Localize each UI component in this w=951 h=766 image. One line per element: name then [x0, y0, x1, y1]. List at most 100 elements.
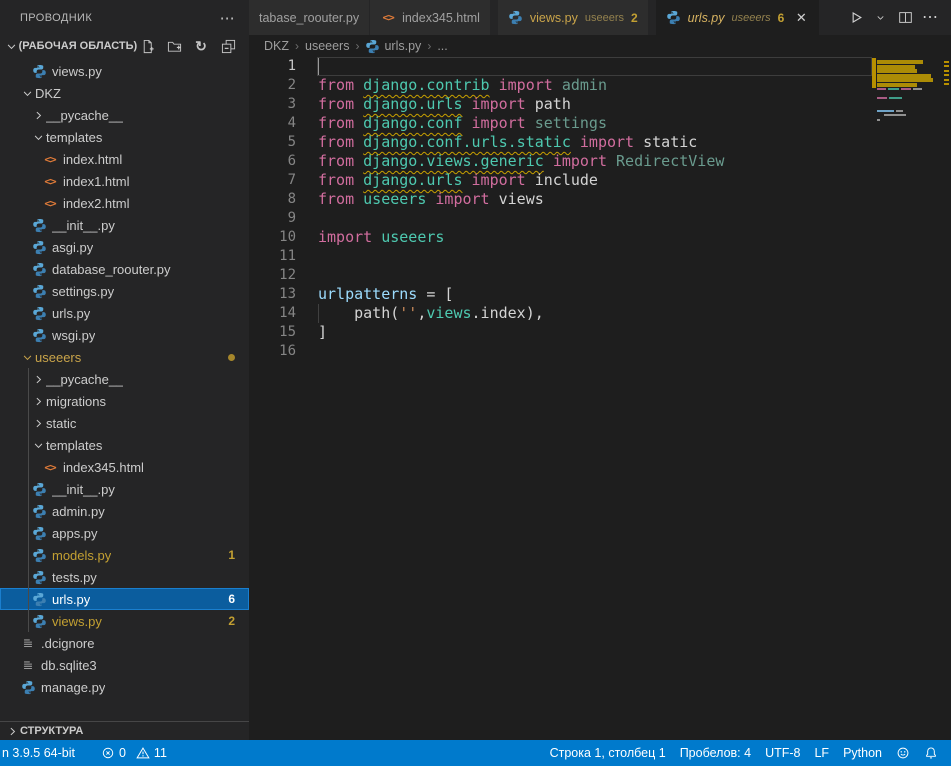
- language-mode-status[interactable]: Python: [836, 740, 889, 766]
- breadcrumb-label: ...: [437, 39, 447, 53]
- tree-file-models.py[interactable]: models.py1: [0, 544, 249, 566]
- breadcrumb-separator: ›: [427, 39, 431, 53]
- tab-folder-descriptor: useeers: [732, 12, 771, 24]
- outline-section-header[interactable]: СТРУКТУРА: [0, 721, 249, 740]
- new-file-icon: [140, 39, 155, 54]
- tab-views.py[interactable]: views.pyuseeers2: [498, 0, 649, 35]
- tree-file-tests.py[interactable]: tests.py: [0, 566, 249, 588]
- more-actions-button[interactable]: ⋯: [921, 9, 939, 27]
- tree-folder-migrations[interactable]: migrations: [0, 390, 249, 412]
- tree-item-label: db.sqlite3: [41, 658, 97, 673]
- python-interpreter-status[interactable]: n 3.9.5 64-bit: [0, 740, 82, 766]
- tree-file-views.py[interactable]: views.py2: [0, 610, 249, 632]
- tree-item-label: index1.html: [63, 174, 129, 189]
- warnings-count: 11: [154, 746, 167, 760]
- tree-file-index1.html[interactable]: <>index1.html: [0, 170, 249, 192]
- tree-item-label: tests.py: [52, 570, 97, 585]
- minimap[interactable]: [872, 57, 951, 740]
- tree-file-wsgi.py[interactable]: wsgi.py: [0, 324, 249, 346]
- tab-label: urls.py: [688, 11, 725, 25]
- html-icon: <>: [42, 459, 58, 475]
- tree-file-apps.py[interactable]: apps.py: [0, 522, 249, 544]
- collapse-all-button[interactable]: [219, 37, 237, 55]
- tree-file-index.html[interactable]: <>index.html: [0, 148, 249, 170]
- minimap-mark: [884, 114, 906, 116]
- python-icon: [31, 305, 47, 321]
- problems-status[interactable]: 011: [94, 740, 174, 766]
- minimap-mark: [888, 88, 899, 90]
- tree-folder-__pycache__[interactable]: __pycache__: [0, 368, 249, 390]
- tree-item-label: admin.py: [52, 504, 105, 519]
- tab-index345.html[interactable]: <>index345.html: [370, 0, 491, 35]
- tab-label: index345.html: [402, 11, 480, 25]
- encoding-status[interactable]: UTF-8: [758, 740, 807, 766]
- workspace-section-header[interactable]: (РАБОЧАЯ ОБЛАСТЬ) ... ↻: [0, 35, 249, 57]
- new-folder-button[interactable]: [165, 37, 183, 55]
- breadcrumb-segment[interactable]: useeers: [305, 39, 349, 53]
- tab-label: views.py: [530, 11, 578, 25]
- run-button[interactable]: [846, 9, 864, 27]
- tree-file-urls.py[interactable]: urls.py6: [0, 588, 249, 610]
- refresh-button[interactable]: ↻: [192, 37, 210, 55]
- status-bar: n 3.9.5 64-bit 011 Строка 1, столбец 1 Пр…: [0, 740, 951, 766]
- tree-item-label: __init__.py: [52, 218, 115, 233]
- tab-urls.py[interactable]: urls.pyuseeers6✕: [656, 0, 821, 35]
- tree-indent-guide: [28, 368, 29, 632]
- tree-file-index345.html[interactable]: <>index345.html: [0, 456, 249, 478]
- code-editor[interactable]: 12from django.contrib import admin3from …: [249, 57, 951, 740]
- python-icon: [31, 239, 47, 255]
- new-file-button[interactable]: [138, 37, 156, 55]
- tree-item-label: urls.py: [52, 592, 90, 607]
- breadcrumb-segment[interactable]: urls.py: [365, 39, 421, 54]
- eol-status[interactable]: LF: [807, 740, 836, 766]
- close-tab-icon[interactable]: ✕: [793, 10, 809, 26]
- cursor-position-status[interactable]: Строка 1, столбец 1: [543, 740, 673, 766]
- tree-item-label: index2.html: [63, 196, 129, 211]
- tree-file-.dcignore[interactable]: .dcignore: [0, 632, 249, 654]
- explorer-title-label: ПРОВОДНИК: [20, 12, 92, 24]
- tree-folder-dkz[interactable]: DKZ: [0, 82, 249, 104]
- html-icon: <>: [42, 151, 58, 167]
- tree-folder-static[interactable]: static: [0, 412, 249, 434]
- tree-file-urls.py[interactable]: urls.py: [0, 302, 249, 324]
- tree-folder-useeers[interactable]: useeers: [0, 346, 249, 368]
- feedback-button[interactable]: [889, 740, 917, 766]
- indentation-label: Пробелов: 4: [680, 746, 751, 760]
- tree-file-index2.html[interactable]: <>index2.html: [0, 192, 249, 214]
- minimap-mark: [877, 78, 933, 82]
- tree-folder-templates[interactable]: templates: [0, 126, 249, 148]
- tree-item-label: asgi.py: [52, 240, 93, 255]
- tree-file-manage.py[interactable]: manage.py: [0, 676, 249, 698]
- minimap-mark: [944, 79, 949, 81]
- tree-folder-__pycache__[interactable]: __pycache__: [0, 104, 249, 126]
- tree-item-label: views.py: [52, 64, 102, 79]
- doc-icon: [20, 635, 36, 651]
- explorer-more-actions-icon[interactable]: ⋯: [220, 9, 235, 27]
- tree-file-__init__.py[interactable]: __init__.py: [0, 478, 249, 500]
- line-number: 10: [249, 228, 296, 247]
- run-dropdown[interactable]: [871, 9, 889, 27]
- tree-file-database_roouter.py[interactable]: database_roouter.py: [0, 258, 249, 280]
- tree-folder-templates[interactable]: templates: [0, 434, 249, 456]
- tree-file-asgi.py[interactable]: asgi.py: [0, 236, 249, 258]
- python-icon: [31, 525, 47, 541]
- tree-file-admin.py[interactable]: admin.py: [0, 500, 249, 522]
- python-icon: [31, 327, 47, 343]
- tree-file-views.py[interactable]: views.py: [0, 60, 249, 82]
- tree-file-settings.py[interactable]: settings.py: [0, 280, 249, 302]
- tab-tabase_roouter.py[interactable]: tabase_roouter.py: [249, 0, 370, 35]
- breadcrumb-segment[interactable]: ...: [437, 39, 447, 53]
- language-mode-label: Python: [843, 746, 882, 760]
- breadcrumb-segment[interactable]: DKZ: [264, 39, 289, 53]
- bell-button[interactable]: [917, 740, 945, 766]
- minimap-mark: [877, 74, 931, 78]
- python-icon: [31, 547, 47, 563]
- new-folder-icon: [167, 39, 182, 54]
- tree-file-db.sqlite3[interactable]: db.sqlite3: [0, 654, 249, 676]
- current-line-highlight: [317, 57, 872, 76]
- python-icon: [365, 39, 380, 54]
- code-line-4: 4from django.conf import settings: [249, 114, 951, 133]
- indentation-status[interactable]: Пробелов: 4: [673, 740, 758, 766]
- tree-file-__init__.py[interactable]: __init__.py: [0, 214, 249, 236]
- split-editor-button[interactable]: [896, 9, 914, 27]
